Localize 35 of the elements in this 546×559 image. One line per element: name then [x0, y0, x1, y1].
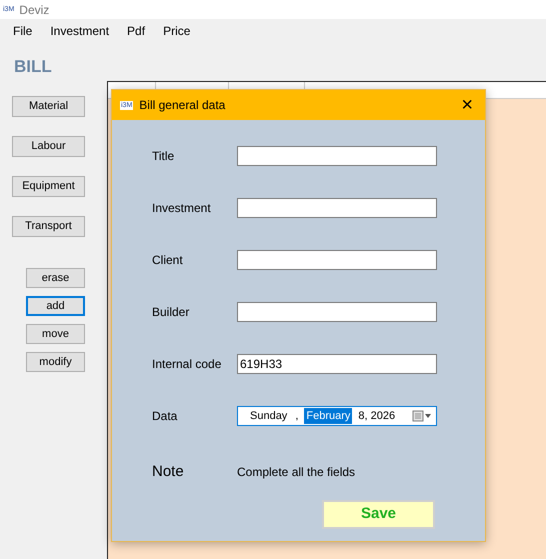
field-label: Builder [152, 304, 190, 321]
date-segment[interactable]: Sunday [248, 408, 290, 424]
action-button[interactable]: erase [26, 268, 85, 288]
input-field[interactable] [237, 302, 437, 322]
calendar-dropdown-icon[interactable] [412, 410, 432, 422]
close-button[interactable]: × [457, 95, 477, 115]
menu-item[interactable]: Price [154, 22, 200, 40]
date-segment[interactable]: , [293, 408, 300, 424]
field-label: Investment [152, 200, 212, 217]
field-label: Title [152, 148, 176, 165]
category-button[interactable]: Equipment [12, 176, 85, 197]
date-segment[interactable]: February [304, 408, 352, 424]
note-text: Complete all the fields [237, 464, 356, 481]
menu-item[interactable]: Pdf [118, 22, 154, 40]
category-button[interactable]: Labour [12, 136, 85, 157]
window-title: Deviz [19, 2, 50, 18]
input-field[interactable] [237, 250, 437, 270]
dialog-title: Bill general data [139, 97, 226, 114]
field-label: Data [152, 408, 178, 425]
category-button[interactable]: Transport [12, 216, 85, 237]
menu-item[interactable]: File [4, 22, 42, 40]
note-label: Note [152, 462, 185, 482]
date-picker[interactable]: Sunday , February 8, 2026 [237, 406, 437, 426]
input-field[interactable] [237, 198, 437, 218]
action-button[interactable]: modify [26, 352, 85, 372]
action-button[interactable]: add [26, 296, 85, 316]
date-segment[interactable]: 8, 2026 [356, 408, 398, 424]
input-field[interactable] [237, 146, 437, 166]
bill-heading: BILL [14, 56, 53, 76]
action-button[interactable]: move [26, 324, 85, 344]
input-field[interactable]: 619H33 [237, 354, 437, 374]
field-label: Client [152, 252, 184, 269]
menu-item[interactable]: Investment [41, 22, 118, 40]
category-button[interactable]: Material [12, 96, 85, 117]
field-label: Internal code [152, 356, 222, 373]
